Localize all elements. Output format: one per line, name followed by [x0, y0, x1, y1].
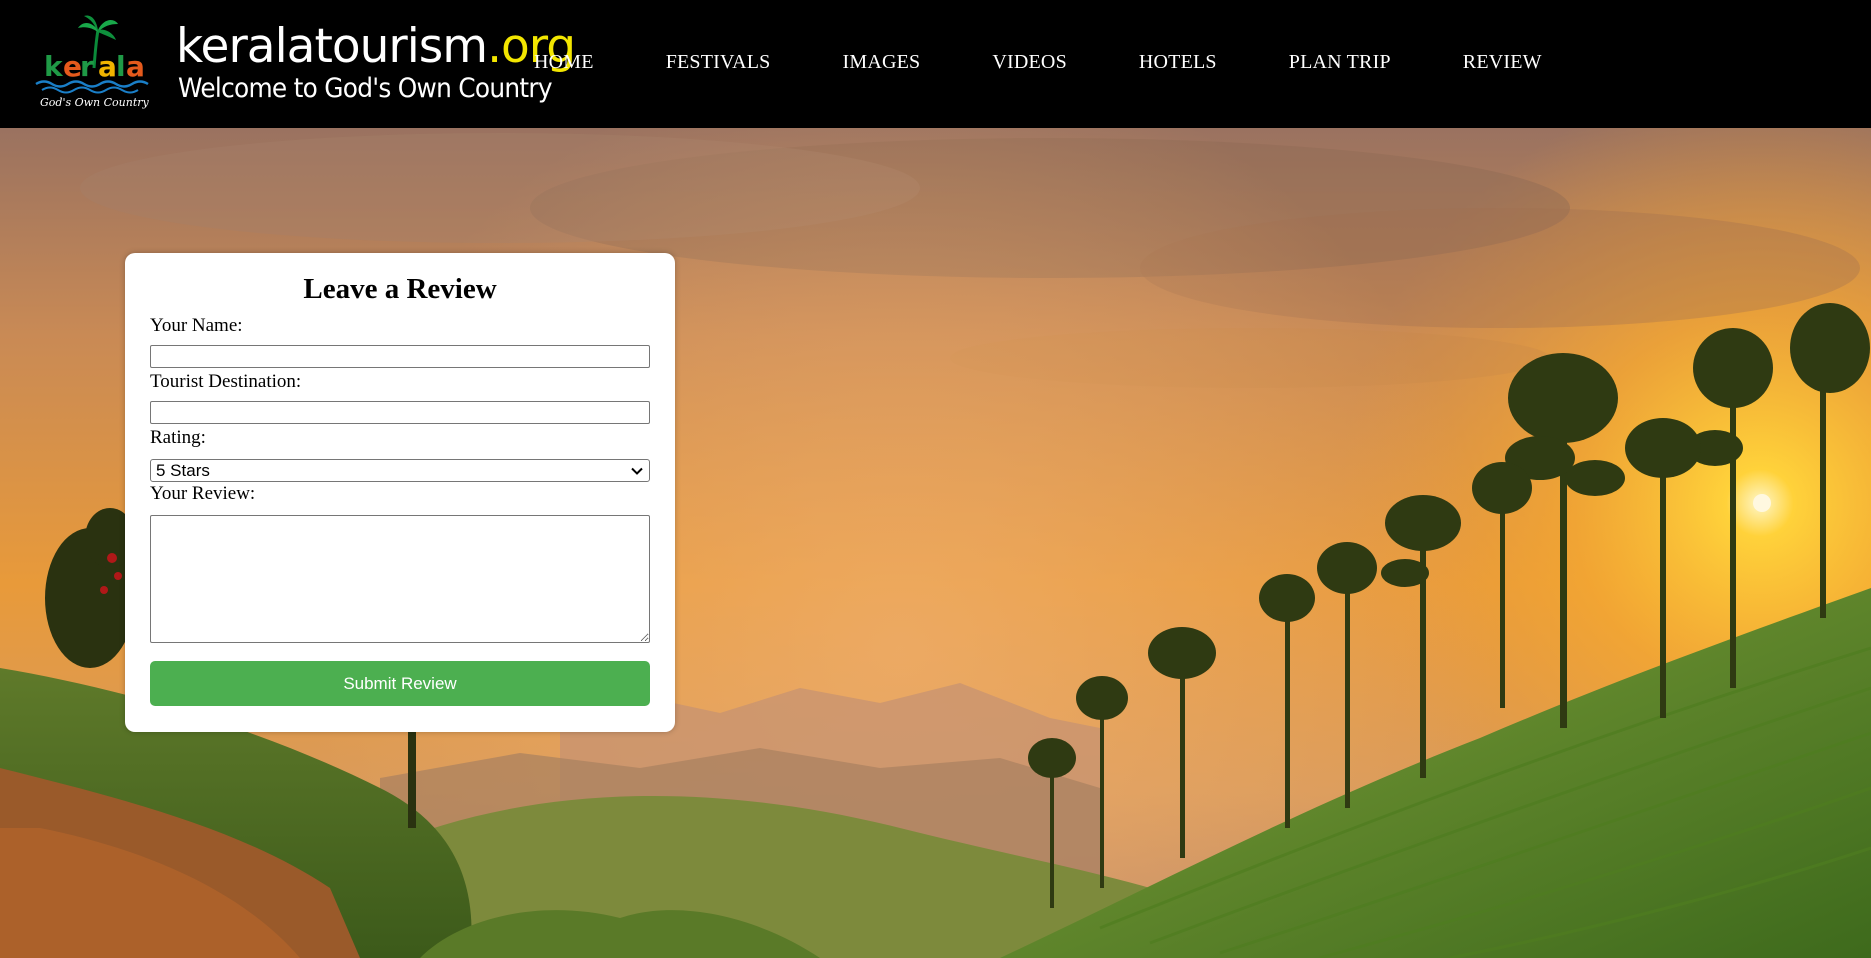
submit-review-button[interactable]: Submit Review — [150, 661, 650, 706]
nav-images[interactable]: IMAGES — [842, 45, 920, 80]
review-form: Leave a Review Your Name: Tourist Destin… — [125, 253, 675, 732]
site-tagline: Welcome to God's Own Country — [178, 73, 553, 104]
name-input[interactable] — [150, 345, 650, 368]
nav-videos[interactable]: VIDEOS — [992, 45, 1067, 80]
form-title: Leave a Review — [303, 273, 497, 305]
nav-review[interactable]: REVIEW — [1463, 45, 1542, 80]
svg-text:a: a — [126, 50, 145, 83]
svg-text:k: k — [44, 50, 64, 83]
site-header: k e r a l a God's Own Country keralatour… — [0, 0, 1871, 128]
review-textarea[interactable] — [150, 515, 650, 643]
site-name: keralatourism — [176, 19, 488, 74]
name-label: Your Name: — [150, 315, 243, 336]
svg-text:l: l — [116, 50, 126, 83]
nav-hotels[interactable]: HOTELS — [1139, 45, 1217, 80]
svg-text:r: r — [80, 50, 94, 83]
rating-label: Rating: — [150, 427, 206, 448]
rating-select[interactable]: 5 Stars — [150, 459, 650, 482]
review-label: Your Review: — [150, 483, 256, 504]
kerala-logo-icon: k e r a l a God's Own Country — [35, 15, 150, 109]
svg-text:a: a — [98, 50, 117, 83]
nav-plan-trip[interactable]: PLAN TRIP — [1289, 45, 1391, 80]
rating-selected-value: 5 Stars — [156, 460, 210, 480]
nav-festivals[interactable]: FESTIVALS — [666, 45, 771, 80]
site-title: keralatourism.org — [176, 19, 576, 74]
nav-home[interactable]: HOME — [534, 45, 594, 80]
destination-input[interactable] — [150, 401, 650, 424]
destination-label: Tourist Destination: — [150, 371, 302, 392]
logo-tagline: God's Own Country — [40, 96, 150, 109]
chevron-down-icon — [631, 467, 643, 475]
